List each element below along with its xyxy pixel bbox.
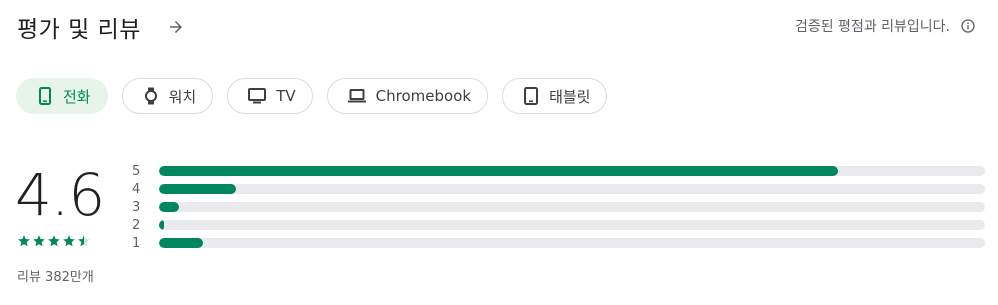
- rating-bar-label: 1: [132, 235, 141, 251]
- rating-bar-label: 5: [132, 163, 141, 179]
- rating-bar-label: 3: [132, 199, 141, 215]
- chip-label: TV: [276, 87, 296, 105]
- rating-bar-row: 3: [132, 198, 985, 216]
- chip-label: Chromebook: [375, 87, 472, 105]
- chip-tablet[interactable]: 태블릿: [502, 78, 608, 114]
- rating-bar-label: 4: [132, 181, 141, 197]
- rating-bar-fill: [159, 184, 236, 194]
- chip-phone[interactable]: 전화: [16, 78, 108, 114]
- rating-bar-track: [159, 166, 985, 176]
- tv-icon: [248, 87, 267, 105]
- chip-watch[interactable]: 워치: [121, 78, 214, 114]
- arrow-right-icon[interactable]: [165, 16, 187, 38]
- rating-bar-label: 2: [132, 217, 141, 233]
- chip-chromebook[interactable]: Chromebook: [326, 78, 489, 114]
- verified-notice: 검증된 평점과 리뷰입니다.: [795, 16, 976, 36]
- rating-bar-fill: [159, 238, 203, 248]
- rating-bar-row: 5: [132, 162, 985, 180]
- tablet-icon: [523, 87, 539, 105]
- star-icon: [48, 235, 60, 247]
- section-header: 평가 및 리뷰: [17, 10, 187, 44]
- rating-bar-track: [159, 184, 985, 194]
- verified-text: 검증된 평점과 리뷰입니다.: [794, 19, 950, 35]
- laptop-icon: [347, 87, 366, 105]
- rating-bar-track: [159, 202, 985, 212]
- rating-bar-track: [159, 238, 985, 248]
- info-icon[interactable]: [960, 18, 976, 34]
- section-title: 평가 및 리뷰: [17, 17, 141, 43]
- rating-bar-track: [159, 220, 985, 230]
- rating-bar-row: 4: [132, 180, 985, 198]
- device-filter-chips: 전화 워치 TV Chromebook 태블릿: [16, 78, 608, 114]
- rating-distribution: 5 4 3 2 1: [132, 162, 985, 252]
- chip-label: 전화: [63, 87, 91, 106]
- chip-tv[interactable]: TV: [227, 78, 313, 114]
- star-icon: [18, 235, 30, 247]
- star-rating: [17, 234, 91, 248]
- average-rating: 4.6: [15, 161, 105, 229]
- rating-bar-fill: [159, 202, 179, 212]
- star-icon: [33, 235, 45, 247]
- watch-icon: [143, 87, 159, 105]
- star-icon: [63, 235, 75, 247]
- chip-label: 워치: [168, 87, 197, 106]
- review-count: 리뷰 382만개: [17, 270, 94, 285]
- chip-label: 태블릿: [549, 87, 591, 106]
- rating-bar-row: 1: [132, 234, 985, 252]
- phone-icon: [37, 87, 53, 105]
- star-half-icon: [78, 235, 90, 247]
- rating-bar-fill: [159, 166, 838, 176]
- rating-bar-fill: [159, 220, 164, 230]
- rating-bar-row: 2: [132, 216, 985, 234]
